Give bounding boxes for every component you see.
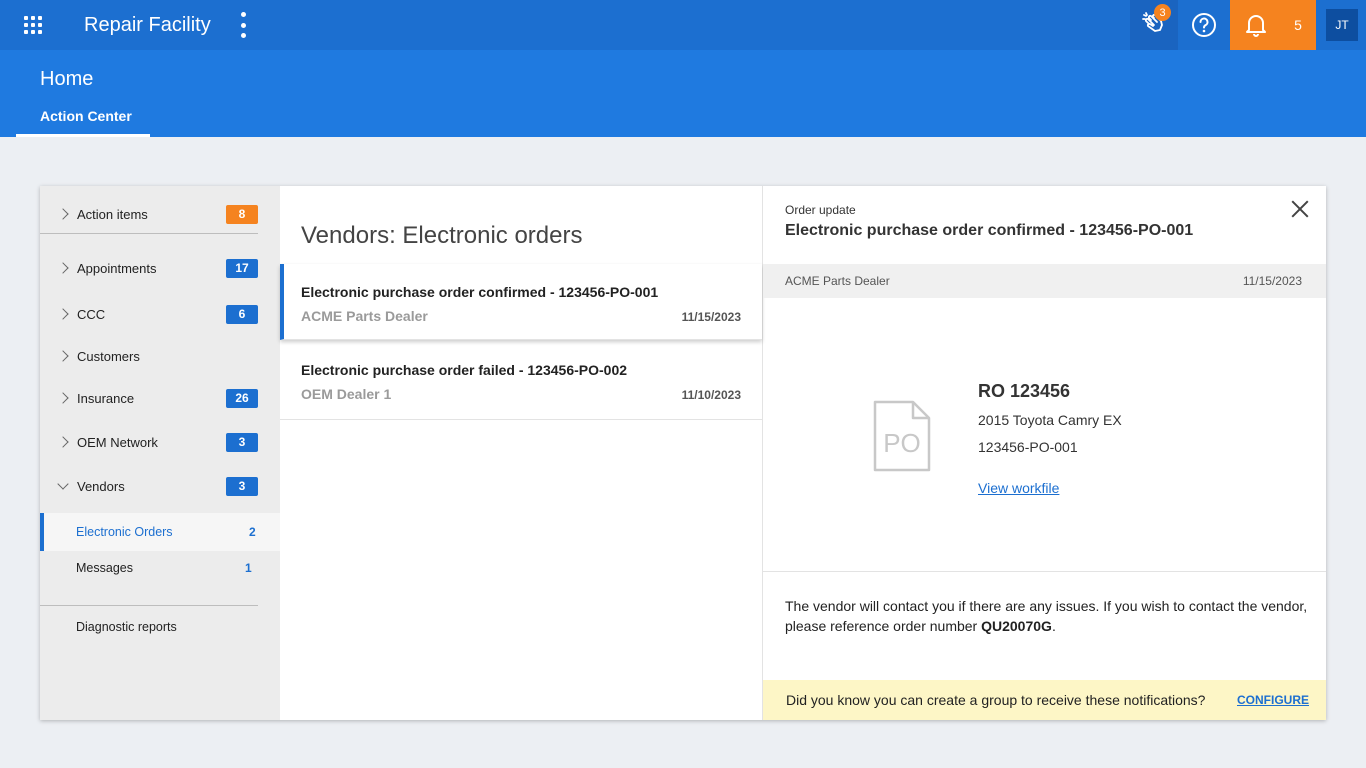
count-label: 2 <box>249 525 256 539</box>
purchase-order-icon: PO <box>873 400 931 472</box>
sidebar-item-label: Action items <box>77 206 148 222</box>
tip-banner: Did you know you can create a group to r… <box>763 680 1326 720</box>
detail-date: 11/15/2023 <box>1242 274 1302 288</box>
sidebar-item-appointments[interactable]: Appointments 17 <box>40 253 280 283</box>
chevron-right-icon <box>57 262 69 274</box>
sidebar-item-ccc[interactable]: CCC 6 <box>40 299 280 329</box>
count-badge: 26 <box>226 388 258 408</box>
count-label: 1 <box>245 561 252 575</box>
help-icon <box>1192 13 1216 37</box>
sidebar-item-label: OEM Network <box>77 434 158 450</box>
vendor-bar: ACME Parts Dealer 11/15/2023 <box>763 264 1326 298</box>
sidebar-item-customers[interactable]: Customers <box>40 341 280 371</box>
sidebar-item-label: Messages <box>76 561 133 575</box>
sidebar-item-label: Customers <box>77 348 140 364</box>
notification-count: 5 <box>1294 17 1302 33</box>
app-title: Repair Facility <box>84 14 211 36</box>
configure-link[interactable]: CONFIGURE <box>1237 693 1309 707</box>
sidebar-item-label: Appointments <box>77 260 157 276</box>
list-title: Vendors: Electronic orders <box>301 222 583 249</box>
count-badge: 3 <box>226 432 258 452</box>
order-detail-pane: Order update Electronic purchase order c… <box>763 186 1326 720</box>
chevron-right-icon <box>57 392 69 404</box>
count-badge: 8 <box>226 204 258 224</box>
orders-list-pane: Vendors: Electronic orders Electronic pu… <box>280 186 763 720</box>
list-item[interactable]: Electronic purchase order failed - 12345… <box>280 342 762 420</box>
chevron-right-icon <box>57 308 69 320</box>
count-badge: 3 <box>226 476 258 496</box>
sidebar-item-action-items[interactable]: Action items 8 <box>40 199 280 229</box>
order-date: 11/10/2023 <box>681 388 741 402</box>
detail-label: Order update <box>785 203 856 217</box>
order-vendor: ACME Parts Dealer <box>301 308 428 324</box>
tip-text: Did you know you can create a group to r… <box>786 692 1206 708</box>
sidebar-subitem-messages[interactable]: Messages 1 <box>40 549 280 587</box>
divider <box>40 233 258 234</box>
sidebar-item-insurance[interactable]: Insurance 26 <box>40 383 280 413</box>
wave-badge: 3 <box>1154 4 1171 21</box>
detail-vendor: ACME Parts Dealer <box>785 274 890 288</box>
notifications-button[interactable]: 5 <box>1230 0 1316 50</box>
vendor-note: The vendor will contact you if there are… <box>785 596 1315 636</box>
order-title: Electronic purchase order confirmed - 12… <box>301 284 659 300</box>
detail-title: Electronic purchase order confirmed - 12… <box>785 222 1194 239</box>
apps-grid-icon[interactable] <box>24 16 42 34</box>
order-vendor: OEM Dealer 1 <box>301 386 392 402</box>
sidebar-item-oem-network[interactable]: OEM Network 3 <box>40 427 280 457</box>
sidebar-item-label: Insurance <box>77 390 135 406</box>
divider <box>40 605 258 606</box>
bell-icon <box>1246 15 1267 37</box>
repair-order-number: RO 123456 <box>978 381 1071 401</box>
note-suffix: . <box>1051 618 1056 634</box>
sidebar-subitem-electronic-orders[interactable]: Electronic Orders 2 <box>40 513 280 551</box>
sidebar-item-label: Diagnostic reports <box>76 620 177 634</box>
help-button[interactable] <box>1180 0 1228 50</box>
page-title: Home <box>40 68 94 90</box>
list-item[interactable]: Electronic purchase order confirmed - 12… <box>280 264 762 340</box>
po-number: 123456-PO-001 <box>978 439 1078 455</box>
sidebar-item-vendors[interactable]: Vendors 3 <box>40 471 280 501</box>
sidebar-item-diagnostic-reports[interactable]: Diagnostic reports <box>40 608 280 646</box>
order-date: 11/15/2023 <box>681 310 741 324</box>
chevron-right-icon <box>57 208 69 220</box>
tab-action-center[interactable]: Action Center <box>16 108 150 137</box>
action-center-panel: Action items 8 Appointments 17 CCC 6 Cus… <box>40 186 1326 720</box>
avatar[interactable]: JT <box>1326 9 1358 41</box>
order-title: Electronic purchase order failed - 12345… <box>301 362 628 378</box>
chevron-right-icon <box>57 436 69 448</box>
chevron-down-icon <box>57 478 69 490</box>
close-icon[interactable] <box>1291 200 1309 218</box>
view-workfile-link[interactable]: View workfile <box>978 480 1059 496</box>
divider <box>763 571 1326 572</box>
chevron-right-icon <box>57 350 69 362</box>
order-reference: QU20070G <box>981 618 1052 634</box>
count-badge: 17 <box>226 258 258 278</box>
vehicle: 2015 Toyota Camry EX <box>978 412 1122 428</box>
page-header: Home Action Center <box>0 50 1366 137</box>
po-icon-text: PO <box>883 428 921 458</box>
kebab-menu-icon[interactable] <box>240 12 246 38</box>
sidebar-item-label: Vendors <box>77 478 125 494</box>
count-badge: 6 <box>226 304 258 324</box>
top-app-bar: Repair Facility 3 5 JT <box>0 0 1366 50</box>
sidebar-item-label: CCC <box>77 306 106 322</box>
sidebar: Action items 8 Appointments 17 CCC 6 Cus… <box>40 186 280 720</box>
sidebar-item-label: Electronic Orders <box>76 525 173 539</box>
